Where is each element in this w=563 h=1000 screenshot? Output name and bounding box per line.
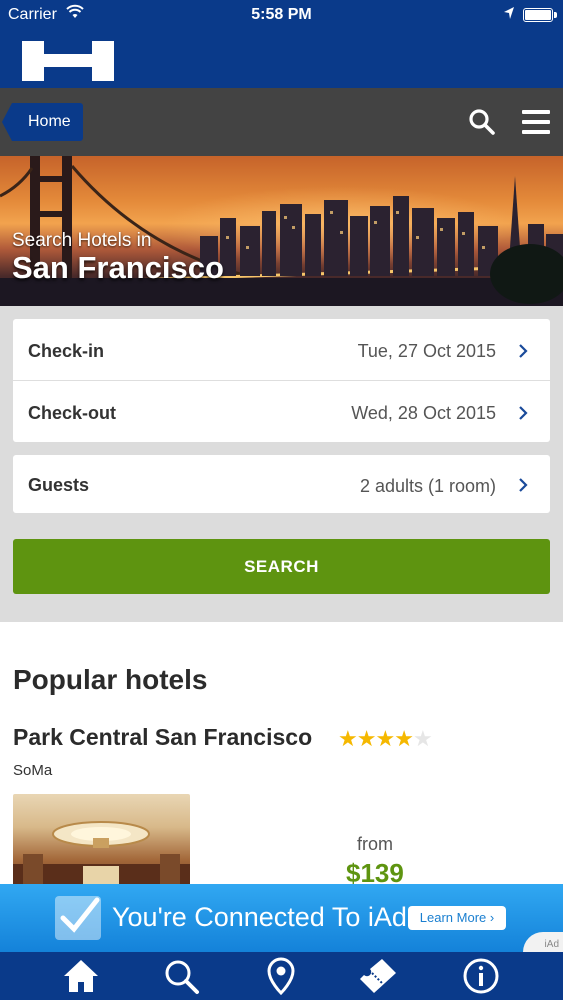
checkin-value: Tue, 27 Oct 2015 xyxy=(357,341,496,361)
star-icon: ★ xyxy=(338,726,358,751)
iad-banner[interactable]: You're Connected To iAd Learn More › iAd xyxy=(0,884,563,952)
checkin-row[interactable]: Check-in Tue, 27 Oct 2015 xyxy=(13,319,550,380)
search-button[interactable]: SEARCH xyxy=(13,539,550,594)
guests-row[interactable]: Guests 2 adults (1 room) xyxy=(13,455,550,513)
ad-text: You're Connected To iAd xyxy=(112,902,407,932)
star-icon: ★ xyxy=(375,726,395,751)
hero-subtitle: Search Hotels in xyxy=(12,230,152,251)
nav-bar: Home xyxy=(0,88,563,156)
menu-icon[interactable] xyxy=(521,108,551,136)
search-icon[interactable] xyxy=(161,957,201,995)
star-icon: ★ xyxy=(412,726,433,751)
learn-more-button[interactable]: Learn More › xyxy=(408,906,506,930)
star-icon: ★ xyxy=(356,726,377,751)
hotels-logo xyxy=(22,41,114,81)
hotel-area: SoMa xyxy=(13,762,53,779)
city-hero-banner: Search Hotels in San Francisco xyxy=(0,156,563,306)
location-arrow-icon xyxy=(504,7,514,19)
checkout-label: Check-out xyxy=(28,403,117,423)
home-icon[interactable] xyxy=(61,957,101,995)
price-from-label: from xyxy=(357,834,393,854)
star-icon: ★ xyxy=(394,726,414,751)
checkin-label: Check-in xyxy=(28,341,105,361)
chevron-right-icon xyxy=(519,406,528,420)
hotel-name[interactable]: Park Central San Francisco xyxy=(13,724,312,751)
dates-card: Check-in Tue, 27 Oct 2015 Check-out Wed,… xyxy=(13,319,550,442)
search-icon[interactable] xyxy=(468,108,496,136)
star-rating: ★★★★★ xyxy=(338,726,433,752)
guests-card: Guests 2 adults (1 room) xyxy=(13,455,550,513)
brand-bar xyxy=(0,30,563,88)
guests-label: Guests xyxy=(28,475,90,495)
hotel-photo[interactable] xyxy=(13,794,190,888)
guests-value: 2 adults (1 room) xyxy=(359,476,496,496)
tab-bar xyxy=(0,952,563,1000)
chevron-right-icon xyxy=(519,344,528,358)
ticket-icon[interactable] xyxy=(358,957,398,995)
battery-icon xyxy=(523,8,557,22)
info-icon[interactable] xyxy=(461,957,501,995)
section-heading: Popular hotels xyxy=(13,664,208,695)
location-pin-icon[interactable] xyxy=(261,957,301,995)
iad-tag: iAd xyxy=(544,939,559,950)
status-bar: Carrier 5:58 PM xyxy=(0,0,563,30)
checkmark-icon xyxy=(55,896,101,940)
checkout-row[interactable]: Check-out Wed, 28 Oct 2015 xyxy=(13,381,550,442)
home-button[interactable]: Home xyxy=(2,103,83,141)
booking-form: Check-in Tue, 27 Oct 2015 Check-out Wed,… xyxy=(0,306,563,622)
checkout-value: Wed, 28 Oct 2015 xyxy=(351,403,496,423)
clock: 5:58 PM xyxy=(251,6,312,23)
popular-hotels-section: Popular hotels Park Central San Francisc… xyxy=(0,622,563,888)
hero-city-name: San Francisco xyxy=(12,250,224,285)
chevron-right-icon xyxy=(519,478,528,492)
